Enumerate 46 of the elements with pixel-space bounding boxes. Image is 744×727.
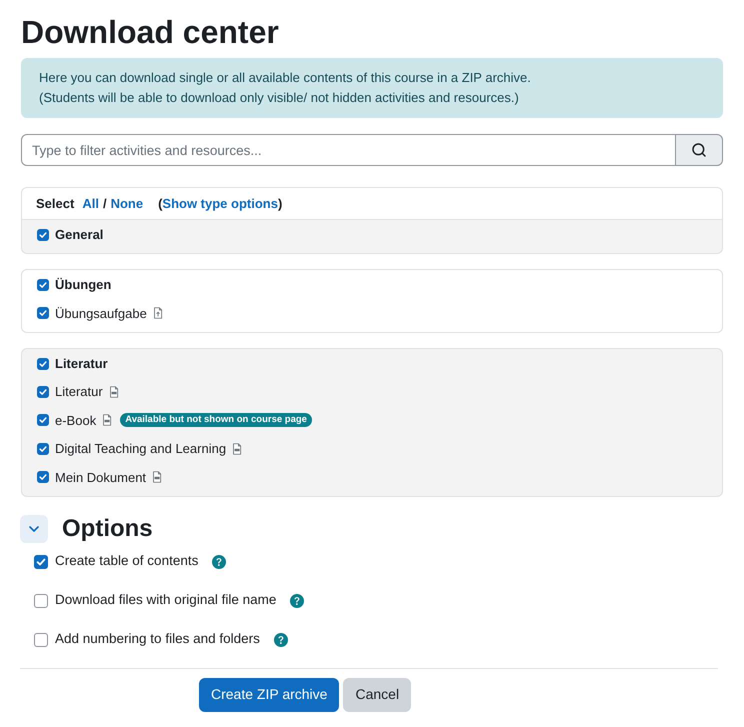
checkbox[interactable] — [37, 358, 49, 370]
document-icon — [102, 414, 112, 426]
item-label: Literatur — [55, 383, 103, 401]
options-heading: Options — [62, 514, 153, 542]
document-upload-icon — [152, 307, 163, 320]
separator: / — [102, 194, 107, 213]
document-icon — [152, 471, 162, 484]
status-badge: Available but not shown on course page — [120, 413, 312, 428]
checkbox[interactable] — [37, 307, 49, 320]
create-archive-button[interactable]: Create ZIP archive — [199, 678, 340, 712]
item-label: Übungsaufgabe — [55, 304, 147, 323]
select-label: Select — [36, 194, 74, 213]
select-all-link[interactable]: All — [82, 194, 99, 214]
checkbox[interactable] — [37, 471, 49, 484]
checkbox[interactable] — [34, 594, 48, 608]
filter-field[interactable]: Type to filter activities and resources... — [21, 134, 676, 166]
option-label: Add numbering to files and folders — [55, 630, 260, 648]
page-title: Download center — [21, 13, 279, 52]
checkbox[interactable] — [37, 442, 49, 455]
checkbox[interactable] — [37, 386, 49, 398]
section-title: Übungen — [55, 276, 112, 294]
help-icon[interactable] — [212, 554, 226, 568]
checkbox[interactable] — [37, 279, 49, 291]
section-title: General — [55, 226, 104, 244]
search-button[interactable] — [676, 134, 723, 166]
item-label: Mein Dokument — [55, 468, 146, 486]
cancel-button[interactable]: Cancel — [343, 678, 412, 712]
option-label: Download files with original file name — [55, 591, 276, 610]
item-label: Digital Teaching and Learning — [55, 440, 226, 458]
checkbox[interactable] — [37, 414, 49, 426]
checkbox[interactable] — [34, 554, 48, 568]
checkbox[interactable] — [34, 632, 48, 646]
checkbox[interactable] — [37, 229, 49, 241]
item-label: e-Book — [55, 412, 96, 430]
search-icon — [691, 142, 707, 158]
section-title: Literatur — [55, 354, 108, 373]
type-options-link[interactable]: (Show type options) — [158, 194, 282, 214]
collapse-toggle[interactable] — [20, 514, 48, 542]
document-icon — [108, 386, 119, 398]
alert-text: (Students will be able to download only visible/ not hidden activities and resources.) — [39, 89, 519, 107]
help-icon[interactable] — [274, 632, 288, 646]
alert-text: Here you can download single or all available contents of this course in a ZIP archive. — [39, 69, 531, 87]
help-icon[interactable] — [290, 594, 304, 608]
option-label: Create table of contents — [55, 552, 198, 570]
document-icon — [232, 442, 242, 455]
select-none-link[interactable]: None — [110, 194, 144, 214]
